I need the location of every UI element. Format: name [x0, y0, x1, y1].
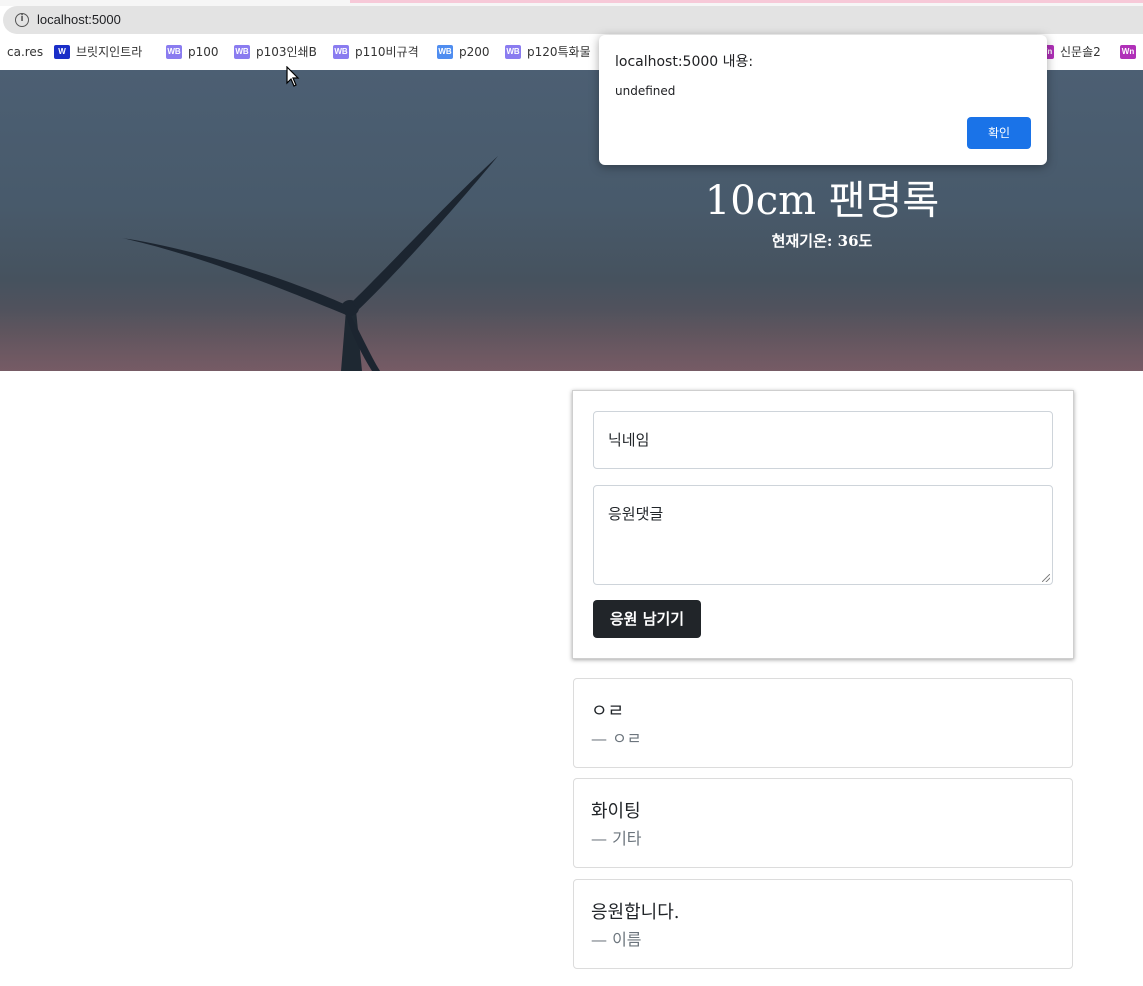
mouse-cursor-icon — [286, 66, 300, 87]
submit-button[interactable]: 응원 남기기 — [593, 600, 701, 638]
bookmark-label: p110비규격 — [355, 45, 419, 59]
alert-message: undefined — [615, 84, 676, 98]
bookmark-label: p200 — [459, 45, 490, 59]
bookmark-p100[interactable]: WB p100 — [166, 43, 219, 61]
comment-text: 화이팅 — [591, 801, 641, 822]
address-bar[interactable]: i localhost:5000 — [3, 6, 1143, 34]
wb-icon: WB — [166, 45, 182, 59]
wb-icon: WB — [437, 45, 453, 59]
alert-title: localhost:5000 내용: — [615, 54, 754, 70]
bookmark-newspaper[interactable]: Wn 신문솔2 — [1038, 43, 1101, 61]
bookmark-p120[interactable]: WB p120특화물 — [505, 43, 591, 61]
comment-textarea[interactable]: 응원댓글 — [593, 485, 1053, 585]
turbine-blade — [122, 238, 344, 314]
comment-placeholder: 응원댓글 — [608, 505, 664, 523]
comment-card: 응원합니다. — 이름 — [573, 879, 1073, 969]
bookmark-label: 브릿지인트라 — [76, 45, 143, 59]
comment-card: 화이팅 — 기타 — [573, 778, 1073, 868]
wn-icon: Wn — [1120, 45, 1136, 59]
bookmark-overflow[interactable]: Wn — [1120, 43, 1136, 61]
url-text[interactable]: localhost:5000 — [37, 12, 121, 28]
resize-handle-icon[interactable] — [1042, 574, 1050, 582]
comment-text: 응원합니다. — [591, 902, 680, 923]
info-icon[interactable]: i — [15, 13, 29, 27]
bookmark-label: ca.res — [7, 45, 44, 59]
comment-text: ㅇㄹ — [591, 701, 625, 722]
post-form-card: 닉네임 응원댓글 응원 남기기 — [572, 390, 1074, 659]
bookmark-label: p120특화물 — [527, 45, 591, 59]
alert-ok-button[interactable]: 확인 — [967, 117, 1031, 149]
bookmark-cares[interactable]: ca.res — [7, 43, 43, 61]
w-icon: W — [54, 45, 70, 59]
comment-author: — 기타 — [591, 829, 642, 848]
wb-icon: WB — [505, 45, 521, 59]
weather-text: 현재기온: 36도 — [771, 232, 873, 250]
bookmark-bridge-intra[interactable]: W 브릿지인트라 — [54, 43, 142, 61]
comment-author: — 이름 — [591, 930, 642, 949]
nickname-input[interactable]: 닉네임 — [593, 411, 1053, 469]
bookmark-p200[interactable]: WB p200 — [437, 43, 490, 61]
wb-icon: WB — [234, 45, 250, 59]
alert-dialog: localhost:5000 내용: undefined 확인 — [599, 35, 1047, 165]
bookmark-p110[interactable]: WB p110비규격 — [333, 43, 419, 61]
page-title: 10cm 팬명록 — [704, 178, 940, 224]
bookmark-label: p103인쇄B — [256, 45, 317, 59]
bookmark-label: p100 — [188, 45, 219, 59]
bookmark-p103[interactable]: WB p103인쇄B — [234, 43, 317, 61]
comment-card: ㅇㄹ — ㅇㄹ — [573, 678, 1073, 768]
turbine-blade — [352, 156, 498, 310]
wb-icon: WB — [333, 45, 349, 59]
comment-author: — ㅇㄹ — [591, 729, 642, 748]
bookmark-label: 신문솔2 — [1060, 45, 1101, 59]
